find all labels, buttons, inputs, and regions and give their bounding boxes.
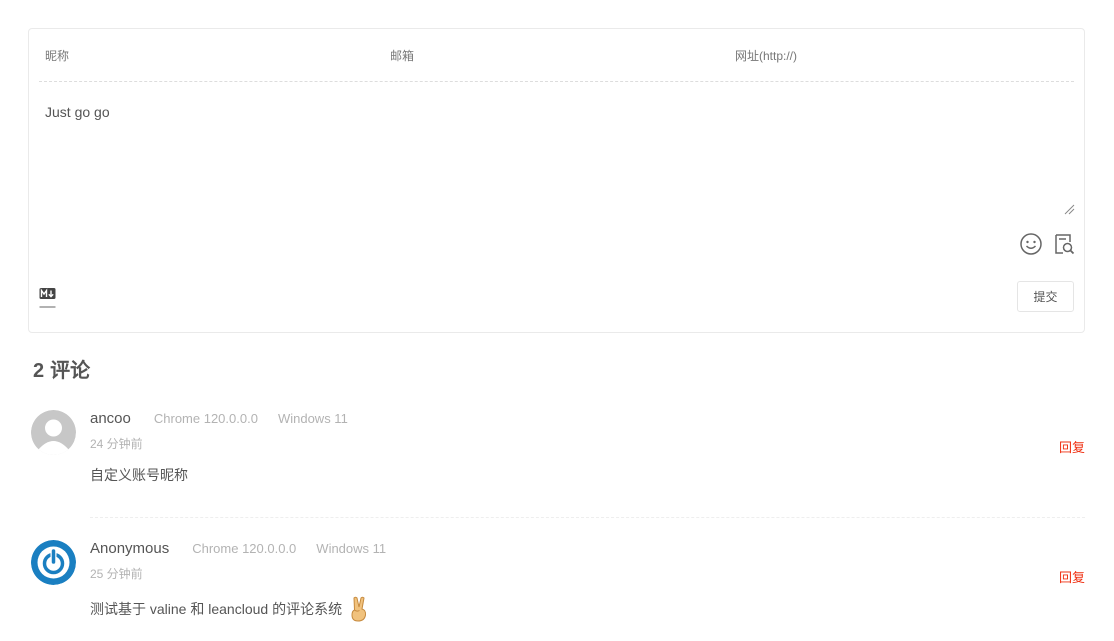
comment-os: Windows 11 [277,411,348,426]
comment-text: 测试基于 valine 和 leancloud 的评论系统 [90,595,1085,623]
comment-form-header [39,29,1074,82]
comment-body: Anonymous Chrome 120.0.0.0 Windows 11 25… [90,540,1085,623]
comment-text-content: 测试基于 valine 和 leancloud 的评论系统 [90,601,343,617]
markdown-icon[interactable] [39,287,56,309]
reply-link[interactable]: 回复 [1059,437,1085,456]
submit-button[interactable]: 提交 [1017,281,1074,312]
comment-divider [90,517,1085,518]
comment-os: Windows 11 [316,541,387,556]
comment-item: Anonymous Chrome 120.0.0.0 Windows 11 25… [30,540,1085,625]
power-avatar-icon [31,540,76,585]
comment-text: 自定义账号昵称 [90,465,1085,485]
comment-item: ancoo Chrome 120.0.0.0 Windows 11 24 分钟前… [30,410,1085,490]
smiley-face-icon[interactable] [1019,232,1043,256]
comment-count-heading: 2 评论 [33,354,90,383]
comment-author: ancoo [90,410,131,427]
comment-browser: Chrome 120.0.0.0 [153,411,258,426]
comment-count-label: 评论 [50,360,91,382]
preview-icon[interactable] [1052,232,1076,256]
comment-browser: Chrome 120.0.0.0 [192,541,297,556]
comment-author: Anonymous [90,540,170,557]
resize-handle-icon[interactable] [1063,203,1075,215]
comment-meta: ancoo Chrome 120.0.0.0 Windows 11 [90,410,1085,430]
default-avatar-icon [31,410,76,455]
comment-count: 2 [33,360,45,382]
editor-toolbar [1019,232,1076,256]
email-input[interactable] [384,29,729,82]
nick-input[interactable] [39,29,384,82]
comment-form: 提交 [28,28,1085,333]
website-input[interactable] [729,29,1074,82]
comment-body: ancoo Chrome 120.0.0.0 Windows 11 24 分钟前… [90,410,1085,485]
comment-meta: Anonymous Chrome 120.0.0.0 Windows 11 [90,540,1085,560]
comment-textarea[interactable] [39,95,1075,215]
reply-link[interactable]: 回复 [1059,567,1085,586]
comment-time: 24 分钟前 [90,437,143,451]
comment-time: 25 分钟前 [90,567,143,581]
comment-text-content: 自定义账号昵称 [90,467,188,483]
victory-hand-emoji-icon [351,596,367,622]
